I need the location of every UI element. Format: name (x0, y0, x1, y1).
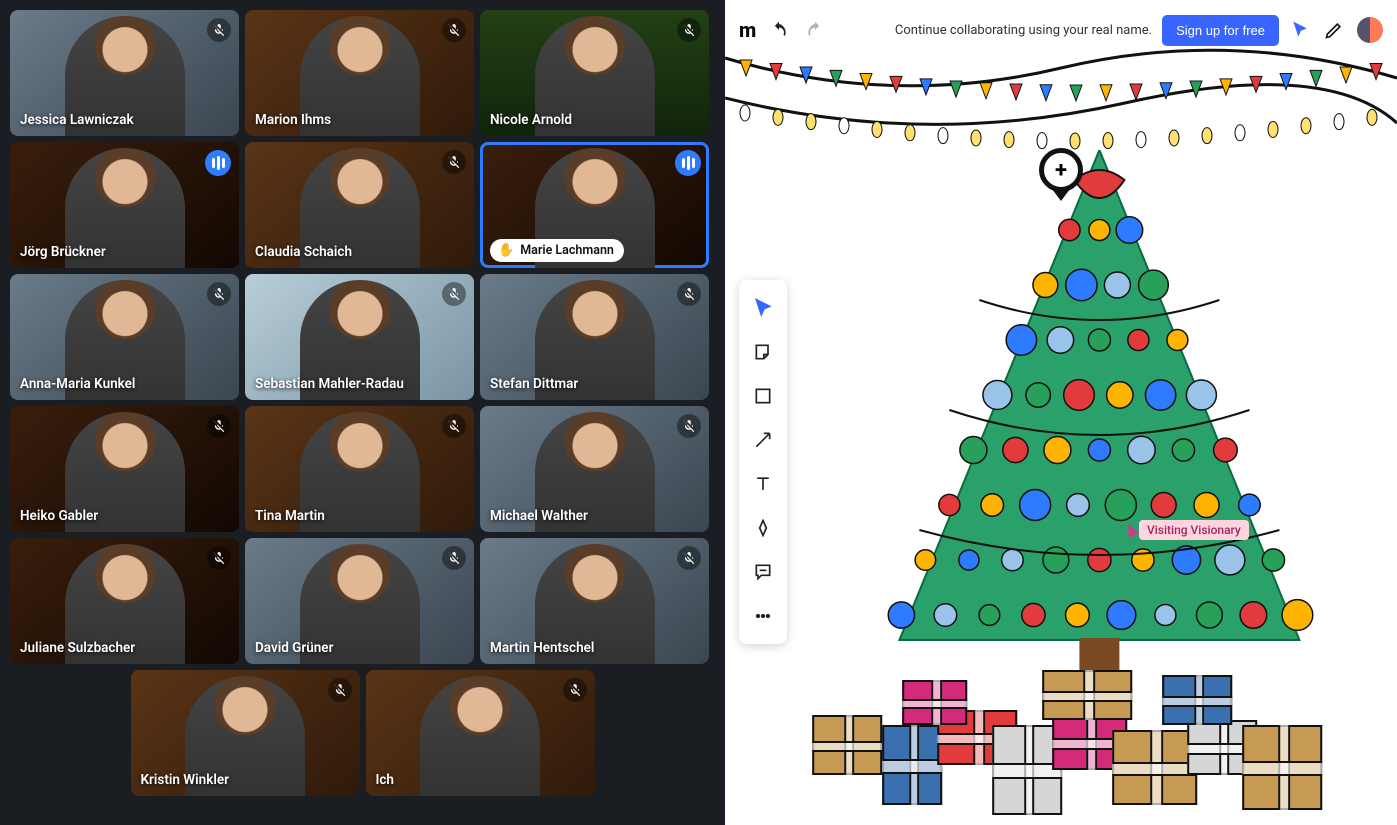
speaking-indicator-icon (675, 150, 701, 176)
speaking-indicator-icon (205, 150, 231, 176)
muted-icon (442, 546, 466, 570)
gift-box (902, 680, 967, 725)
app-logo[interactable]: m (739, 18, 756, 42)
presents (792, 625, 1352, 825)
gift-box (812, 715, 882, 775)
video-tile[interactable]: Jessica Lawniczak (10, 10, 239, 136)
muted-icon (207, 18, 231, 42)
muted-icon (677, 18, 701, 42)
tool-cursor[interactable] (743, 288, 783, 328)
participant-name: Jessica Lawniczak (20, 112, 134, 128)
video-tile[interactable]: Marion Ihms (245, 10, 474, 136)
participant-name: Martin Hentschel (490, 640, 594, 656)
video-tile[interactable]: Claudia Schaich (245, 142, 474, 268)
muted-icon (328, 678, 352, 702)
zoom-pin[interactable]: + (1039, 148, 1083, 202)
muted-icon (442, 150, 466, 174)
video-tile[interactable]: Kristin Winkler (131, 670, 360, 796)
gift-box (1042, 670, 1132, 720)
gift-box (1242, 725, 1322, 810)
video-tile[interactable]: Heiko Gabler (10, 406, 239, 532)
muted-icon (207, 414, 231, 438)
video-tile[interactable]: Michael Walther (480, 406, 709, 532)
video-tile[interactable]: Stefan Dittmar (480, 274, 709, 400)
participant-name: Claudia Schaich (255, 244, 352, 260)
video-tile[interactable]: Tina Martin (245, 406, 474, 532)
participant-name: Sebastian Mahler-Radau (255, 376, 404, 392)
participant-name: David Grüner (255, 640, 333, 656)
participant-name: Marie Lachmann (520, 243, 614, 258)
tool-more[interactable] (743, 596, 783, 636)
gift-box (882, 725, 942, 805)
side-toolbar (739, 280, 787, 644)
participant-name: Nicole Arnold (490, 112, 572, 128)
gift-box (1112, 730, 1197, 805)
participant-name: Tina Martin (255, 508, 325, 524)
participant-name: Michael Walther (490, 508, 588, 524)
redo-button[interactable] (802, 17, 828, 43)
muted-icon (207, 546, 231, 570)
zoom-plus-icon: + (1055, 158, 1067, 183)
video-tile[interactable]: David Grüner (245, 538, 474, 664)
undo-button[interactable] (766, 17, 792, 43)
video-tile[interactable]: Anna-Maria Kunkel (10, 274, 239, 400)
tool-text[interactable] (743, 464, 783, 504)
video-tile[interactable]: Sebastian Mahler-Radau (245, 274, 474, 400)
muted-icon (442, 414, 466, 438)
participant-name: Jörg Brückner (20, 244, 106, 260)
muted-icon (563, 678, 587, 702)
gift-box (1162, 675, 1232, 725)
participant-name: Heiko Gabler (20, 508, 98, 524)
tool-comment[interactable] (743, 552, 783, 592)
participant-name: Juliane Sulzbacher (20, 640, 135, 656)
video-tile[interactable]: Martin Hentschel (480, 538, 709, 664)
tool-rectangle[interactable] (743, 376, 783, 416)
video-tile[interactable]: Nicole Arnold (480, 10, 709, 136)
participant-name: Ich (376, 772, 394, 788)
muted-icon (207, 282, 231, 306)
whiteboard-panel: + Visiting Visionary (725, 0, 1397, 825)
video-grid: Jessica Lawniczak Marion Ihms Nicole Arnol… (0, 0, 725, 825)
video-tile[interactable]: ✋ Marie Lachmann (480, 142, 709, 268)
muted-icon (677, 414, 701, 438)
participant-name: Stefan Dittmar (490, 376, 578, 392)
collab-message: Continue collaborating using your real n… (895, 23, 1152, 38)
signup-button[interactable]: Sign up for free (1162, 15, 1279, 46)
tool-sticky[interactable] (743, 332, 783, 372)
participant-name: Marion Ihms (255, 112, 331, 128)
video-tile[interactable]: Juliane Sulzbacher (10, 538, 239, 664)
muted-icon (442, 18, 466, 42)
raised-hand-icon: ✋ (498, 243, 514, 258)
tool-pen[interactable] (743, 508, 783, 548)
remote-cursor: Visiting Visionary (1125, 520, 1249, 540)
tool-arrow[interactable] (743, 420, 783, 460)
muted-icon (677, 546, 701, 570)
canvas[interactable]: + Visiting Visionary (725, 0, 1397, 825)
muted-icon (442, 282, 466, 306)
participant-name: Kristin Winkler (141, 772, 229, 788)
top-bar: m Continue collaborating using your real… (725, 8, 1397, 52)
muted-icon (677, 282, 701, 306)
user-avatar[interactable] (1357, 17, 1383, 43)
video-tile[interactable]: Jörg Brückner (10, 142, 239, 268)
remote-cursor-label: Visiting Visionary (1139, 520, 1249, 540)
cursor-pointer-icon (1123, 522, 1139, 538)
video-tile[interactable]: Ich (366, 670, 595, 796)
cursor-tool-icon[interactable] (1289, 19, 1311, 41)
pen-tool-icon[interactable] (1323, 19, 1345, 41)
participant-name: Anna-Maria Kunkel (20, 376, 135, 392)
